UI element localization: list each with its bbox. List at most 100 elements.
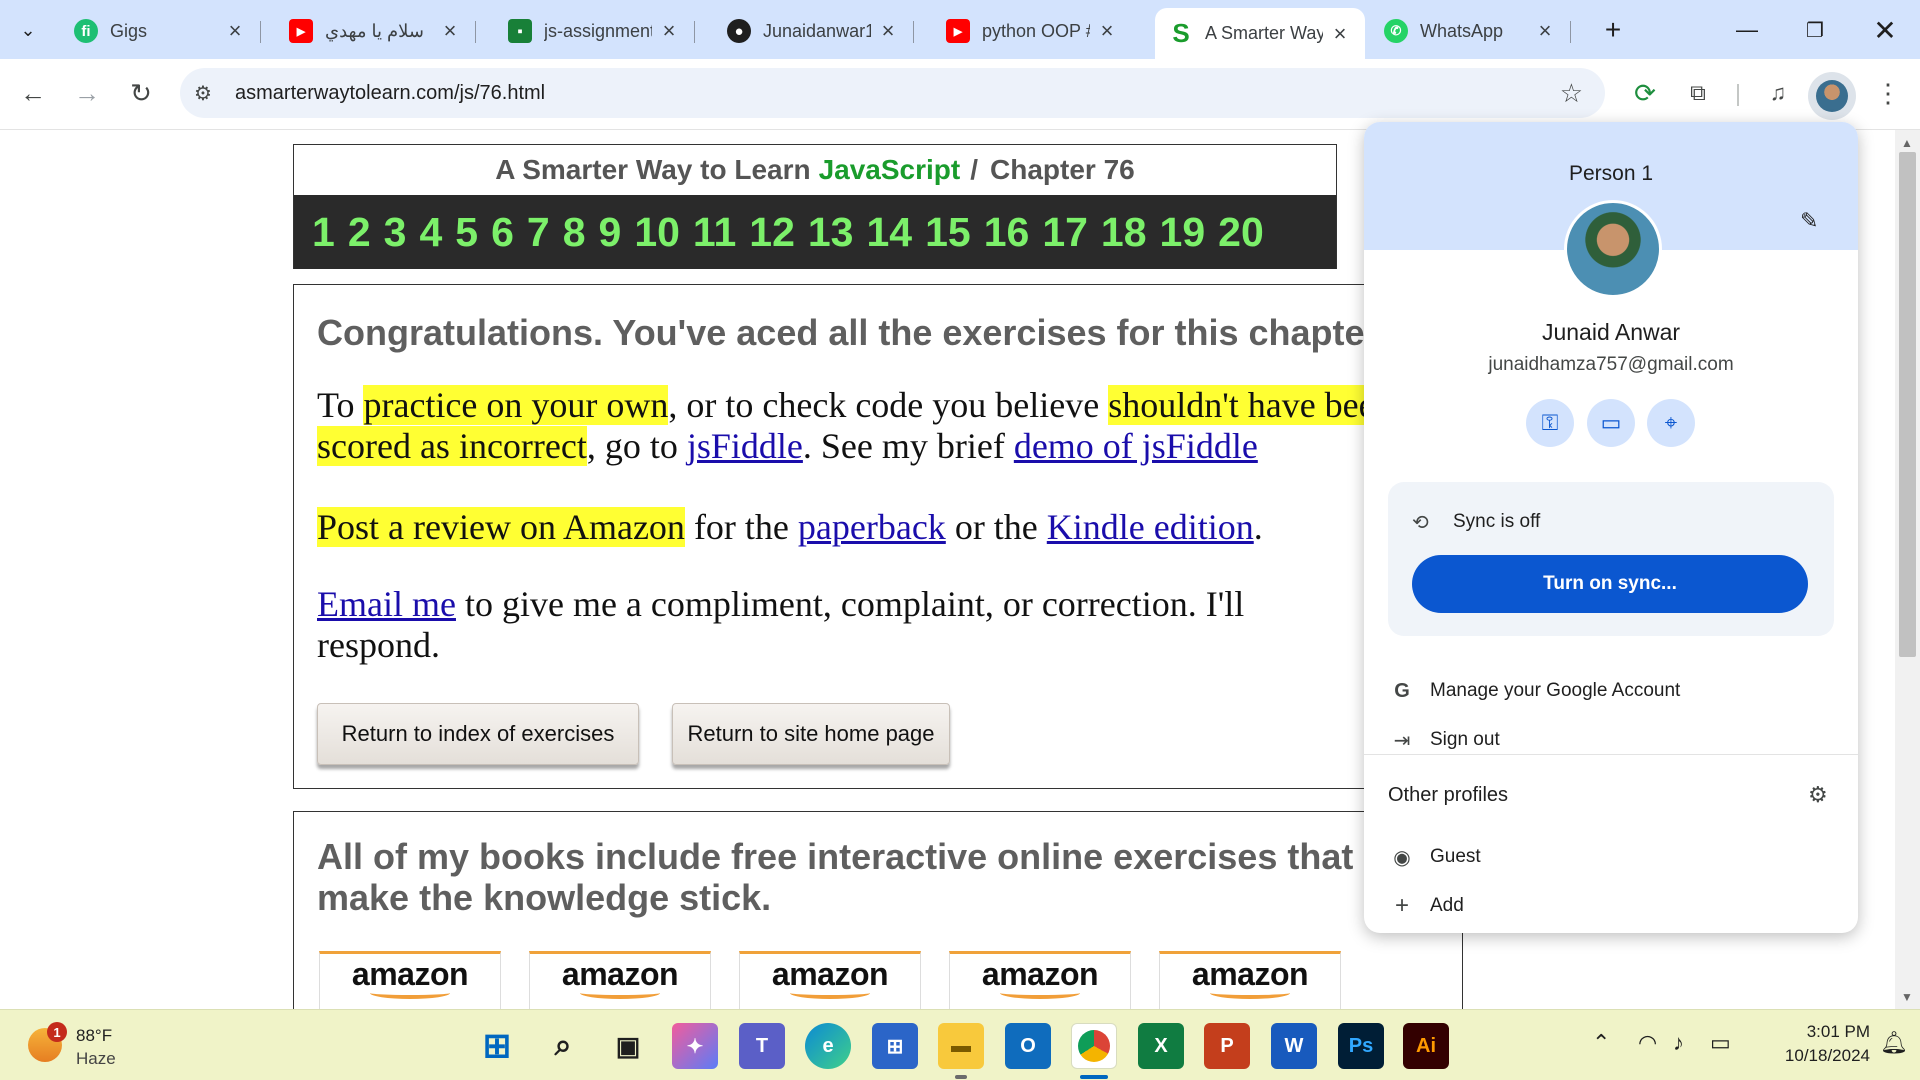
close-icon[interactable]: ×: [224, 18, 246, 44]
chevron-up-icon[interactable]: ⌃: [1592, 1030, 1610, 1056]
weather-widget[interactable]: 1 88°F Haze: [28, 1022, 168, 1070]
exercise-link[interactable]: 7: [527, 209, 550, 256]
photoshop-icon[interactable]: Ps: [1338, 1023, 1384, 1069]
chrome-icon[interactable]: [1071, 1023, 1117, 1069]
minimize-button[interactable]: —: [1722, 12, 1772, 48]
edge-icon[interactable]: e: [805, 1023, 851, 1069]
media-controls-icon[interactable]: ♫: [1758, 73, 1798, 113]
outlook-icon[interactable]: O: [1005, 1023, 1051, 1069]
exercise-link[interactable]: 20: [1218, 209, 1264, 256]
excel-icon[interactable]: X: [1138, 1023, 1184, 1069]
payment-card-icon[interactable]: ▭: [1587, 399, 1635, 447]
addresses-pin-icon[interactable]: ⌖: [1647, 399, 1695, 447]
guest-profile-item[interactable]: ◉ Guest: [1364, 835, 1858, 879]
copilot-icon[interactable]: ✦: [672, 1023, 718, 1069]
notification-bell-icon[interactable]: 🔔︎: [1880, 1030, 1908, 1056]
page-scrollbar[interactable]: ▲ ▼: [1895, 130, 1920, 1009]
exercise-link[interactable]: 14: [866, 209, 912, 256]
tab-youtube-2[interactable]: ▶ python OOP # ×: [932, 12, 1132, 50]
close-icon[interactable]: ×: [1534, 18, 1556, 44]
windows-start-icon[interactable]: ⊞: [474, 1023, 520, 1069]
forward-button[interactable]: →: [65, 71, 109, 115]
exercise-link[interactable]: 17: [1042, 209, 1088, 256]
sign-out-item[interactable]: ⇥ Sign out: [1364, 718, 1858, 762]
return-index-button[interactable]: Return to index of exercises: [317, 703, 639, 765]
file-explorer-icon[interactable]: ▬: [938, 1023, 984, 1069]
exercise-link[interactable]: 9: [599, 209, 622, 256]
manage-account-item[interactable]: G Manage your Google Account: [1364, 669, 1858, 713]
exercise-link[interactable]: 2: [348, 209, 371, 256]
search-icon[interactable]: ⌕: [540, 1023, 586, 1069]
tab-whatsapp[interactable]: ✆ WhatsApp ×: [1370, 12, 1571, 50]
extensions-puzzle-icon[interactable]: ⧉: [1678, 73, 1718, 113]
system-clock[interactable]: 3:01 PM 10/18/2024: [1740, 1020, 1870, 1068]
close-icon[interactable]: ×: [658, 18, 680, 44]
exercise-link[interactable]: 15: [925, 209, 971, 256]
wifi-icon[interactable]: ◠: [1638, 1030, 1657, 1056]
exercise-link[interactable]: 1: [312, 209, 335, 256]
volume-icon[interactable]: ♪: [1673, 1030, 1684, 1056]
exercise-link[interactable]: 6: [491, 209, 514, 256]
exercise-link[interactable]: 5: [455, 209, 478, 256]
close-icon[interactable]: ×: [439, 18, 461, 44]
exercise-link[interactable]: 8: [563, 209, 586, 256]
address-bar[interactable]: ⚙ asmarterwaytolearn.com/js/76.html ☆: [180, 68, 1605, 118]
illustrator-icon[interactable]: Ai: [1403, 1023, 1449, 1069]
exercise-link[interactable]: 10: [634, 209, 680, 256]
task-view-icon[interactable]: ▣: [605, 1023, 651, 1069]
close-icon[interactable]: ×: [877, 18, 899, 44]
exercise-link[interactable]: 4: [419, 209, 442, 256]
teams-icon[interactable]: T: [739, 1023, 785, 1069]
exercise-link[interactable]: 16: [984, 209, 1030, 256]
exercise-link[interactable]: 12: [749, 209, 795, 256]
scrollbar-thumb[interactable]: [1899, 152, 1916, 657]
exercise-link[interactable]: 11: [693, 209, 736, 256]
battery-icon[interactable]: ▭: [1710, 1030, 1731, 1056]
back-button[interactable]: ←: [11, 71, 55, 115]
amazon-book-link[interactable]: amazon: [1159, 951, 1341, 1009]
amazon-book-link[interactable]: amazon: [319, 951, 501, 1009]
exercise-link[interactable]: 3: [384, 209, 407, 256]
url-text[interactable]: asmarterwaytolearn.com/js/76.html: [235, 82, 545, 105]
tab-gigs[interactable]: fi Gigs ×: [60, 12, 261, 50]
passwords-key-icon[interactable]: ⚿: [1526, 399, 1574, 447]
amazon-book-link[interactable]: amazon: [739, 951, 921, 1009]
close-window-button[interactable]: ✕: [1860, 12, 1910, 48]
amazon-book-link[interactable]: amazon: [529, 951, 711, 1009]
kindle-edition-link[interactable]: Kindle edition: [1047, 507, 1254, 547]
word-icon[interactable]: W: [1271, 1023, 1317, 1069]
exercise-link[interactable]: 18: [1101, 209, 1147, 256]
scroll-down-icon[interactable]: ▼: [1901, 990, 1913, 1004]
grammarly-extension-icon[interactable]: ⟳: [1625, 73, 1665, 113]
tab-youtube-1[interactable]: ▶ سلام يا مهدي ×: [275, 12, 476, 50]
gear-icon[interactable]: ⚙: [1808, 782, 1828, 808]
tab-search-button[interactable]: ⌄: [10, 12, 46, 48]
scroll-up-icon[interactable]: ▲: [1901, 136, 1913, 150]
bookmark-star-icon[interactable]: ☆: [1560, 78, 1583, 109]
jsfiddle-link[interactable]: jsFiddle: [687, 426, 803, 466]
edit-pencil-icon[interactable]: ✎: [1800, 208, 1818, 234]
restore-button[interactable]: ❐: [1790, 12, 1840, 48]
exercise-link[interactable]: 19: [1160, 209, 1206, 256]
paperback-link[interactable]: paperback: [798, 507, 946, 547]
profile-avatar-button[interactable]: [1808, 72, 1856, 120]
turn-on-sync-button[interactable]: Turn on sync...: [1412, 555, 1808, 613]
return-home-button[interactable]: Return to site home page: [672, 703, 950, 765]
amazon-book-link[interactable]: amazon: [949, 951, 1131, 1009]
powerpoint-icon[interactable]: P: [1204, 1023, 1250, 1069]
add-profile-item[interactable]: + Add: [1364, 884, 1858, 928]
reload-button[interactable]: ↻: [119, 71, 163, 115]
tab-smarter-way[interactable]: S A Smarter Way ×: [1155, 8, 1365, 59]
microsoft-store-icon[interactable]: ⊞: [872, 1023, 918, 1069]
jsfiddle-demo-link[interactable]: demo of jsFiddle: [1014, 426, 1258, 466]
youtube-icon: ▶: [946, 19, 970, 43]
site-info-icon[interactable]: ⚙: [194, 81, 212, 106]
close-icon[interactable]: ×: [1329, 21, 1351, 47]
new-tab-button[interactable]: +: [1588, 12, 1638, 48]
close-icon[interactable]: ×: [1096, 18, 1118, 44]
exercise-link[interactable]: 13: [808, 209, 854, 256]
tab-js-assignment[interactable]: ▪ js-assignment ×: [494, 12, 695, 50]
tab-github[interactable]: ● Junaidanwar1/ ×: [713, 12, 914, 50]
kebab-menu-icon[interactable]: ⋮: [1868, 73, 1908, 113]
email-me-link[interactable]: Email me: [317, 584, 456, 624]
